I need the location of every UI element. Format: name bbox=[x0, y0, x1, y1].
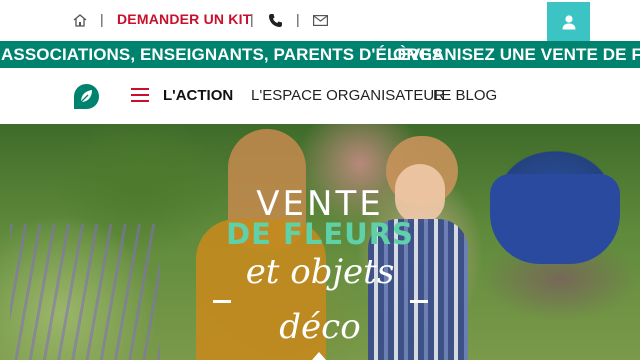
separator: | bbox=[250, 11, 254, 27]
account-button[interactable] bbox=[547, 2, 590, 41]
mail-icon[interactable] bbox=[313, 15, 328, 26]
home-icon[interactable] bbox=[73, 14, 87, 27]
phone-icon[interactable] bbox=[268, 13, 283, 28]
separator: | bbox=[100, 11, 104, 27]
nav-item-blog[interactable]: LE BLOG bbox=[433, 87, 497, 104]
nav-item-espace-organisateur[interactable]: L'ESPACE ORGANISATEUR bbox=[251, 87, 445, 104]
user-icon bbox=[562, 14, 575, 29]
leaf-logo-icon[interactable] bbox=[73, 83, 100, 110]
marquee-message: ASSOCIATIONS, ENSEIGNANTS, PARENTS D'ÉLÈ… bbox=[1, 45, 444, 64]
hero-title-line4: déco bbox=[279, 307, 361, 347]
hero-dash-left bbox=[213, 300, 231, 303]
chevron-up-icon[interactable] bbox=[312, 352, 326, 360]
nav-item-action[interactable]: L'ACTION bbox=[163, 87, 233, 104]
top-utility-bar: | DEMANDER UN KIT | | bbox=[0, 0, 640, 41]
request-kit-link[interactable]: DEMANDER UN KIT bbox=[117, 11, 251, 27]
announcement-marquee: ASSOCIATIONS, ENSEIGNANTS, PARENTS D'ÉLÈ… bbox=[0, 41, 640, 68]
main-navigation: L'ACTION L'ESPACE ORGANISATEUR LE BLOG bbox=[0, 68, 640, 124]
hero-title-line3: et objets bbox=[245, 252, 395, 292]
hero-banner: VENTE DE FLEURS et objets déco bbox=[0, 124, 640, 360]
hero-title-line2: DE FLEURS bbox=[226, 217, 414, 251]
separator: | bbox=[296, 11, 300, 27]
hero-dash-right bbox=[410, 300, 428, 303]
marquee-message: ORGANISEZ UNE VENTE DE FLEURS bbox=[393, 45, 640, 64]
hamburger-icon[interactable] bbox=[131, 88, 149, 102]
